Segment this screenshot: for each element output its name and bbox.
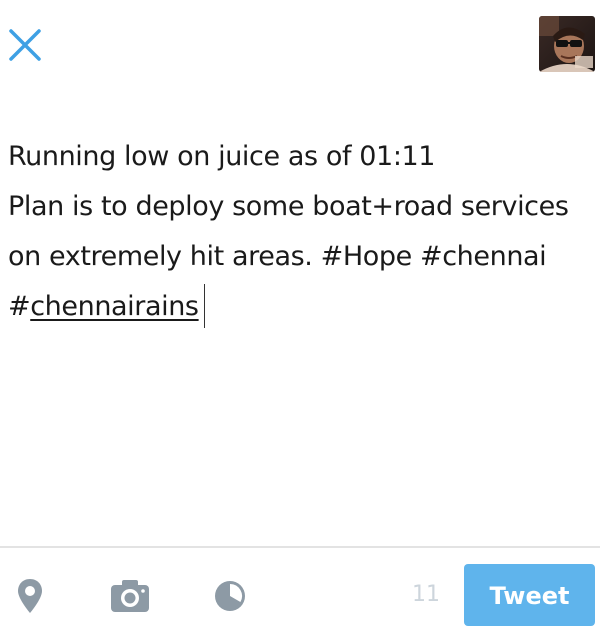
camera-button[interactable]: [108, 576, 152, 616]
avatar[interactable]: [539, 16, 595, 72]
poll-button[interactable]: [210, 576, 250, 616]
user-avatar-icon: [539, 16, 595, 72]
tweet-button[interactable]: Tweet: [464, 564, 595, 626]
compose-line: #chennairains: [8, 282, 592, 332]
tweet-compose-field[interactable]: Running low on juice as of 01:11 Plan is…: [8, 132, 592, 332]
pie-chart-icon: [215, 581, 245, 611]
close-icon: [9, 29, 41, 61]
close-button[interactable]: [6, 26, 44, 64]
location-button[interactable]: [10, 576, 50, 616]
text-caret: [203, 283, 206, 328]
hashtag-autocomplete-text: chennairains: [30, 291, 199, 322]
character-counter: 11: [412, 582, 440, 607]
location-pin-icon: [18, 579, 42, 613]
compose-line: Plan is to deploy some boat+road service…: [8, 191, 569, 222]
compose-line: Running low on juice as of 01:11: [8, 141, 436, 172]
toolbar-divider: [0, 546, 600, 548]
hashtag-prefix: #: [8, 291, 31, 322]
compose-line: on extremely hit areas. #Hope #chennai: [8, 241, 547, 272]
camera-icon: [111, 580, 149, 612]
